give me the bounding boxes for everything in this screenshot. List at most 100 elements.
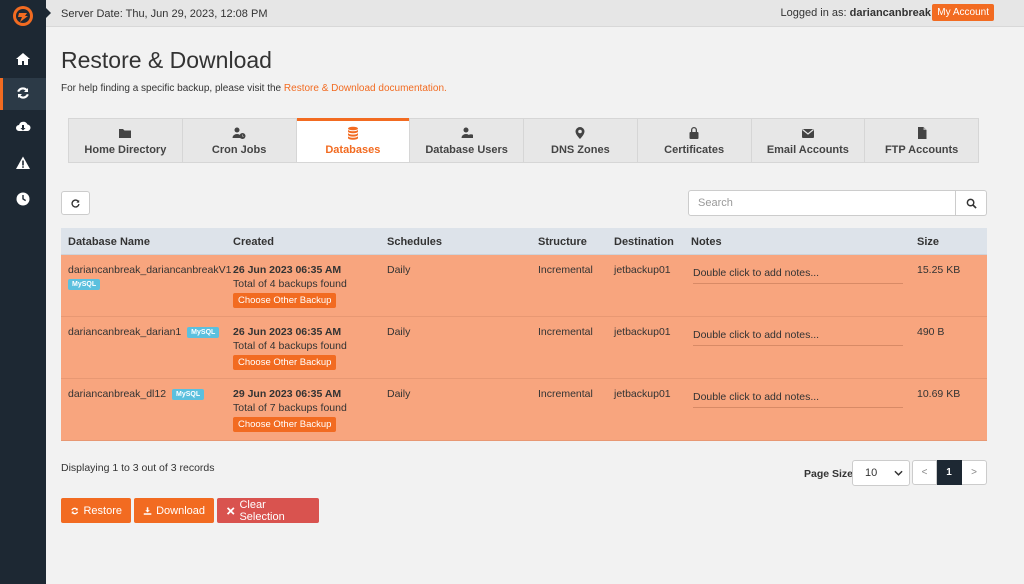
- database-name: dariancanbreak_darian1: [68, 326, 182, 338]
- help-text-prefix: For help finding a specific backup, plea…: [61, 83, 284, 94]
- jetbackup-logo[interactable]: [10, 5, 36, 27]
- header-destination[interactable]: Destination: [614, 236, 674, 248]
- tab-label: DNS Zones: [551, 144, 610, 156]
- server-date: Server Date: Thu, Jun 29, 2023, 12:08 PM: [61, 8, 268, 20]
- close-icon: [226, 506, 235, 515]
- download-icon: [143, 506, 152, 515]
- sidebar-item-restore[interactable]: [0, 78, 46, 110]
- header-created[interactable]: Created: [233, 236, 274, 248]
- tab-certificates[interactable]: Certificates: [638, 119, 752, 162]
- refresh-button[interactable]: [61, 191, 90, 215]
- notes-field[interactable]: Double click to add notes...: [693, 391, 903, 408]
- created-cell: 26 Jun 2023 06:35 AM Total of 4 backups …: [233, 326, 347, 370]
- restore-button[interactable]: Restore: [61, 498, 131, 523]
- sidebar-item-queue[interactable]: [0, 184, 46, 216]
- file-icon: [917, 127, 927, 139]
- created-cell: 29 Jun 2023 06:35 AM Total of 7 backups …: [233, 388, 347, 432]
- tab-email-accounts[interactable]: Email Accounts: [752, 119, 866, 162]
- warning-icon: [15, 155, 31, 174]
- page-1-button[interactable]: 1: [937, 460, 962, 485]
- tab-ftp-accounts[interactable]: FTP Accounts: [865, 119, 978, 162]
- backups-table: Database Name Created Schedules Structur…: [61, 228, 987, 441]
- logged-in-prefix: Logged in as:: [780, 7, 847, 19]
- chevron-down-icon: [894, 470, 903, 476]
- backups-count: Total of 4 backups found: [233, 340, 347, 352]
- sync-icon: [71, 507, 79, 514]
- mysql-badge: MySQL: [172, 388, 205, 400]
- tab-label: Databases: [325, 144, 381, 156]
- choose-other-backup-button[interactable]: Choose Other Backup: [233, 293, 337, 308]
- refresh-icon: [71, 198, 80, 208]
- cloud-download-icon: [15, 119, 31, 138]
- sidebar-item-home[interactable]: [0, 44, 46, 76]
- sidebar-item-downloads[interactable]: [0, 112, 46, 144]
- prev-page-button[interactable]: <: [912, 460, 937, 485]
- size-cell: 490 B: [917, 326, 945, 338]
- database-icon: [347, 126, 358, 140]
- notes-field[interactable]: Double click to add notes...: [693, 267, 903, 284]
- tab-label: Home Directory: [84, 144, 167, 156]
- header-schedules[interactable]: Schedules: [387, 236, 442, 248]
- tab-label: FTP Accounts: [884, 144, 959, 156]
- choose-other-backup-button[interactable]: Choose Other Backup: [233, 355, 337, 370]
- clear-selection-button[interactable]: Clear Selection: [217, 498, 319, 523]
- structure-cell: Incremental: [538, 326, 593, 338]
- map-marker-icon: [575, 127, 585, 139]
- tab-label: Cron Jobs: [211, 144, 267, 156]
- header-size[interactable]: Size: [917, 236, 939, 248]
- table-header: Database Name Created Schedules Structur…: [61, 228, 987, 255]
- search-input[interactable]: [688, 190, 956, 216]
- page-size-label: Page Size: [804, 468, 854, 480]
- table-row[interactable]: dariancanbreak_darian1 MySQL 26 Jun 2023…: [61, 317, 987, 379]
- header-structure[interactable]: Structure: [538, 236, 587, 248]
- tab-databases[interactable]: Databases: [296, 118, 411, 162]
- page-title: Restore & Download: [61, 47, 272, 73]
- next-page-button[interactable]: >: [962, 460, 987, 485]
- tab-cron-jobs[interactable]: Cron Jobs: [183, 119, 297, 162]
- tab-home-directory[interactable]: Home Directory: [69, 119, 183, 162]
- download-button[interactable]: Download: [134, 498, 214, 523]
- table-row[interactable]: dariancanbreak_dl12 MySQL 29 Jun 2023 06…: [61, 379, 987, 441]
- database-name: dariancanbreak_dl12: [68, 388, 167, 400]
- restore-label: Restore: [83, 504, 122, 517]
- structure-cell: Incremental: [538, 264, 593, 276]
- page-size-select[interactable]: 10: [852, 460, 910, 486]
- pagination: < 1 >: [912, 460, 987, 485]
- help-text: For help finding a specific backup, plea…: [61, 83, 447, 94]
- tab-database-users[interactable]: Database Users: [410, 119, 524, 162]
- sidebar-item-alerts[interactable]: [0, 148, 46, 180]
- database-name-cell: dariancanbreak_darian1 MySQL: [68, 326, 220, 338]
- topbar-arrow-decoration: [46, 8, 51, 18]
- username: dariancanbreak: [849, 7, 931, 19]
- clock-icon: [15, 191, 31, 210]
- envelope-icon: [801, 129, 814, 138]
- notes-field[interactable]: Double click to add notes...: [693, 329, 903, 346]
- created-date: 26 Jun 2023 06:35 AM: [233, 264, 342, 276]
- backup-type-tabs: Home Directory Cron Jobs Databases Datab…: [68, 118, 979, 163]
- created-cell: 26 Jun 2023 06:35 AM Total of 4 backups …: [233, 264, 347, 308]
- records-summary: Displaying 1 to 3 out of 3 records: [61, 462, 215, 474]
- user-database-icon: [461, 127, 473, 138]
- backups-count: Total of 7 backups found: [233, 402, 347, 414]
- download-label: Download: [156, 504, 205, 517]
- header-notes[interactable]: Notes: [691, 236, 722, 248]
- size-cell: 15.25 KB: [917, 264, 961, 276]
- created-date: 26 Jun 2023 06:35 AM: [233, 326, 342, 338]
- header-database-name[interactable]: Database Name: [68, 236, 150, 248]
- logged-in-label: Logged in as: dariancanbreak: [781, 7, 931, 19]
- documentation-link[interactable]: Restore & Download documentation.: [284, 83, 447, 94]
- folder-icon: [119, 129, 132, 138]
- mysql-badge: MySQL: [187, 326, 220, 338]
- choose-other-backup-button[interactable]: Choose Other Backup: [233, 417, 337, 432]
- size-cell: 10.69 KB: [917, 388, 961, 400]
- sync-icon: [15, 85, 31, 104]
- my-account-button[interactable]: My Account: [932, 4, 994, 21]
- home-icon: [15, 51, 31, 70]
- search-button[interactable]: [956, 190, 987, 216]
- table-row[interactable]: dariancanbreak_dariancanbreakV1 MySQL 26…: [61, 255, 987, 317]
- schedule-cell: Daily: [387, 264, 411, 276]
- tab-label: Certificates: [664, 144, 725, 156]
- page-size-value: 10: [865, 467, 878, 479]
- tab-dns-zones[interactable]: DNS Zones: [524, 119, 638, 162]
- schedule-cell: Daily: [387, 388, 411, 400]
